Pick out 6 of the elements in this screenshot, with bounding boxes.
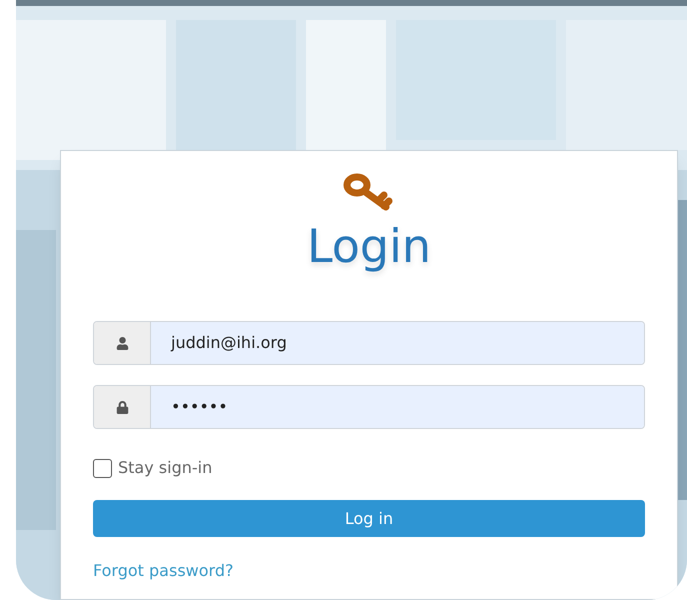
lock-icon <box>116 400 128 414</box>
password-field[interactable]: •••••• <box>93 385 645 429</box>
user-icon <box>116 336 128 350</box>
email-field[interactable]: juddin@ihi.org <box>93 321 645 365</box>
checkbox[interactable] <box>93 458 112 478</box>
checkbox-label: Stay sign-in <box>118 457 212 479</box>
